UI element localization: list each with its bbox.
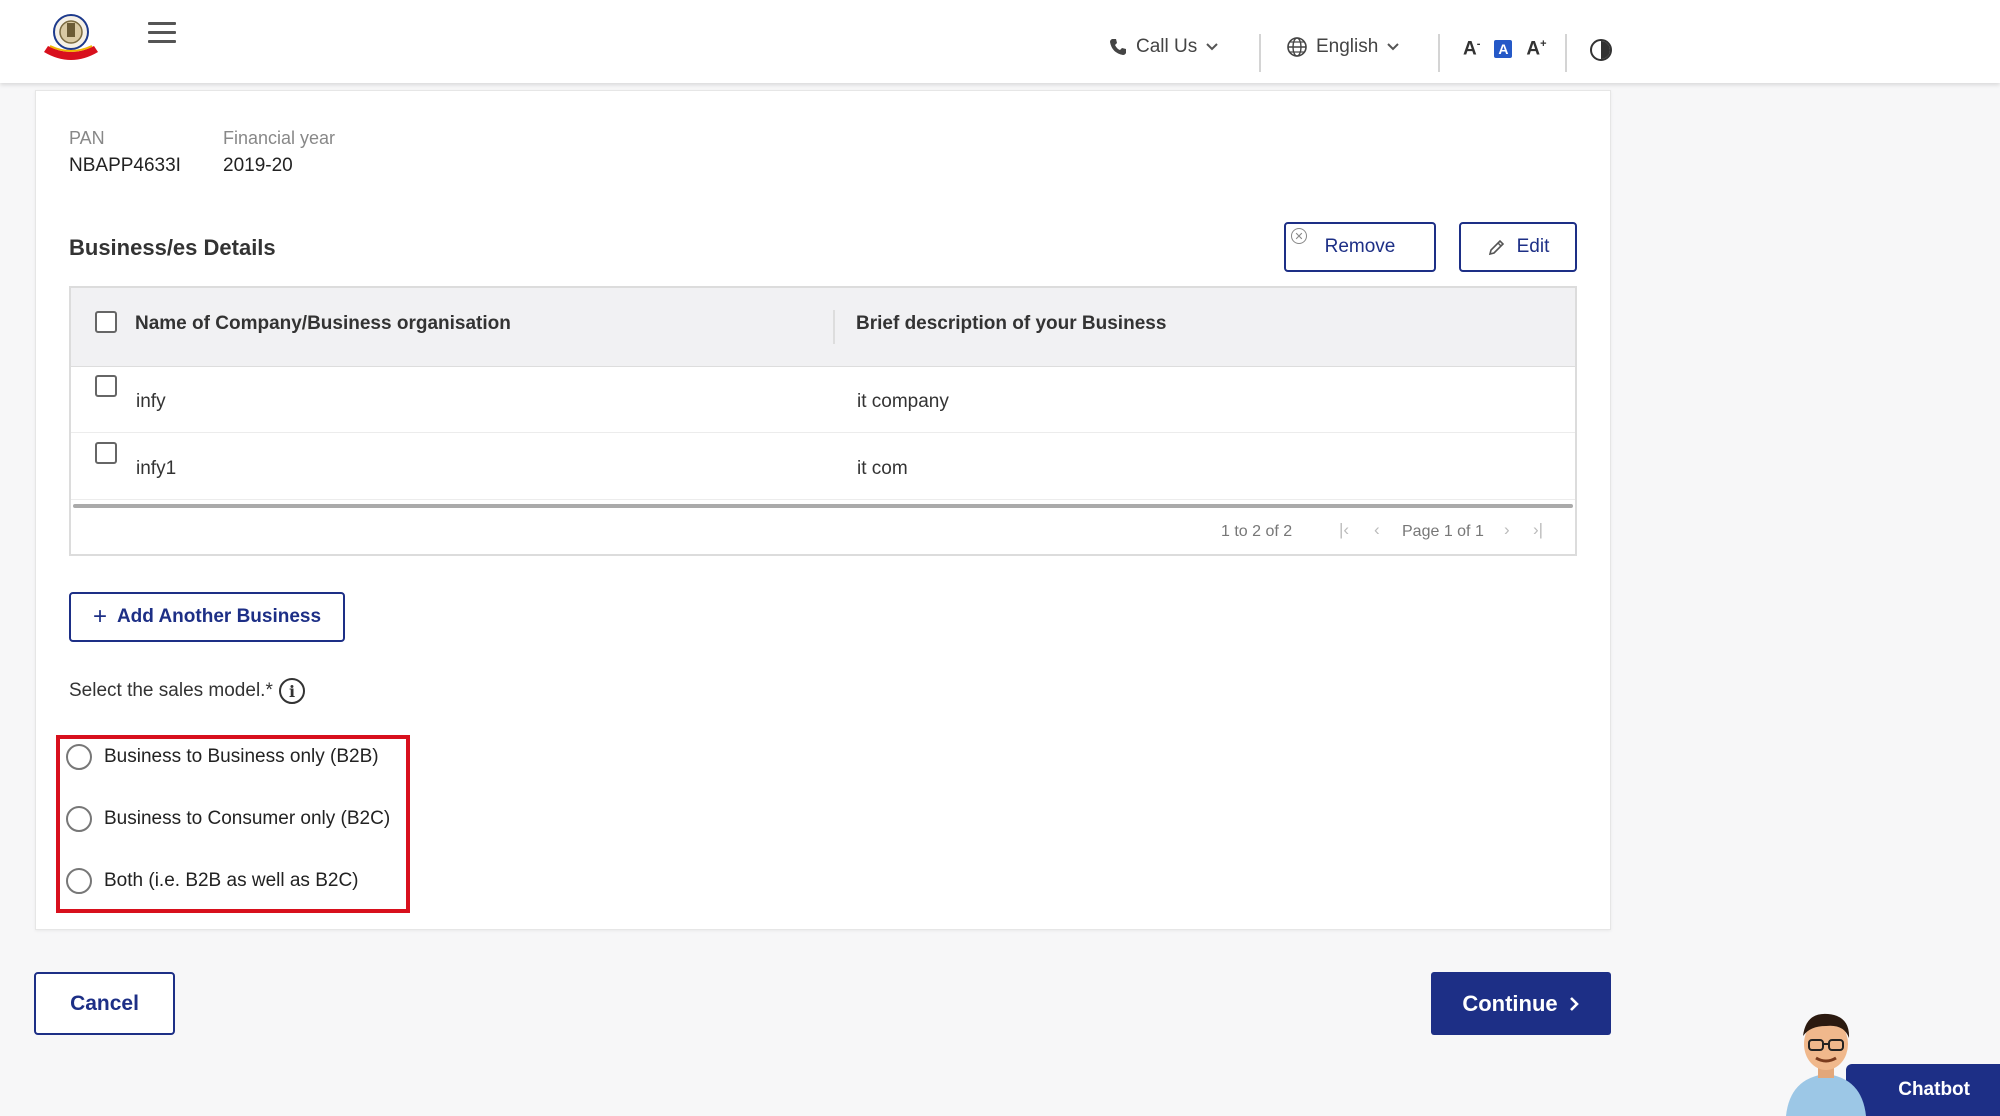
radio-button[interactable] bbox=[66, 744, 92, 770]
font-size-controls: A- A A+ bbox=[1463, 38, 1547, 60]
edit-label: Edit bbox=[1516, 236, 1550, 257]
column-header-name: Name of Company/Business organisation bbox=[135, 313, 511, 334]
header-divider bbox=[1438, 34, 1440, 72]
horizontal-scrollbar[interactable] bbox=[73, 504, 1573, 508]
business-name-cell: infy1 bbox=[136, 458, 177, 479]
radio-label-b2b: Business to Business only (B2B) bbox=[104, 746, 379, 767]
chevron-down-icon bbox=[1387, 43, 1400, 51]
table-header: Name of Company/Business organisation Br… bbox=[71, 288, 1575, 367]
chatbot-avatar-icon bbox=[1786, 1013, 1866, 1116]
emblem-logo[interactable] bbox=[38, 12, 104, 66]
continue-label: Continue bbox=[1462, 990, 1558, 1016]
business-details-title: Business/es Details bbox=[69, 235, 276, 260]
business-name-cell: infy bbox=[136, 391, 166, 412]
call-us-label: Call Us bbox=[1136, 36, 1198, 57]
pencil-icon bbox=[1488, 239, 1504, 256]
header-divider bbox=[1259, 34, 1261, 72]
font-increase-button[interactable]: A+ bbox=[1526, 38, 1546, 60]
previous-page-icon[interactable]: ‹ bbox=[1374, 520, 1380, 540]
pan-value: NBAPP4633I bbox=[69, 155, 181, 176]
contrast-icon[interactable] bbox=[1590, 39, 1612, 61]
row-checkbox[interactable] bbox=[95, 375, 117, 397]
financial-year-label: Financial year bbox=[223, 128, 336, 148]
header-divider bbox=[1565, 34, 1567, 72]
call-us-dropdown[interactable]: Call Us bbox=[1108, 36, 1219, 58]
chatbot-widget[interactable]: Chatbot bbox=[1776, 1000, 2000, 1116]
hamburger-menu-button[interactable] bbox=[148, 22, 176, 44]
info-icon[interactable]: i bbox=[279, 678, 305, 704]
financial-year-value: 2019-20 bbox=[223, 155, 293, 176]
radio-option-both[interactable]: Both (i.e. B2B as well as B2C) bbox=[66, 868, 359, 894]
language-dropdown[interactable]: English bbox=[1286, 36, 1400, 58]
continue-button[interactable]: Continue bbox=[1431, 972, 1611, 1035]
table-row[interactable]: infy1 it com bbox=[71, 434, 1575, 500]
pan-label: PAN bbox=[69, 128, 105, 148]
font-decrease-button[interactable]: A- bbox=[1463, 38, 1480, 60]
column-header-description: Brief description of your Business bbox=[856, 313, 1167, 334]
add-another-business-button[interactable]: + Add Another Business bbox=[69, 592, 345, 642]
business-description-cell: it company bbox=[857, 391, 949, 412]
column-divider bbox=[833, 310, 835, 344]
row-checkbox[interactable] bbox=[95, 442, 117, 464]
radio-button[interactable] bbox=[66, 806, 92, 832]
remove-button[interactable]: ✕ Remove bbox=[1284, 222, 1436, 272]
add-business-label: Add Another Business bbox=[116, 606, 322, 627]
pagination-range: 1 to 2 of 2 bbox=[1221, 523, 1293, 540]
pagination-page: Page 1 of 1 bbox=[1402, 523, 1484, 540]
radio-label-both: Both (i.e. B2B as well as B2C) bbox=[104, 870, 359, 891]
remove-label: Remove bbox=[1324, 236, 1396, 257]
globe-icon bbox=[1287, 37, 1307, 57]
radio-option-b2c[interactable]: Business to Consumer only (B2C) bbox=[66, 806, 390, 832]
top-header: Call Us English A- A A+ bbox=[0, 0, 2000, 83]
business-description-cell: it com bbox=[857, 458, 908, 479]
radio-button[interactable] bbox=[66, 868, 92, 894]
radio-option-b2b[interactable]: Business to Business only (B2B) bbox=[66, 744, 379, 770]
plus-icon: + bbox=[92, 603, 107, 630]
chevron-down-icon bbox=[1206, 43, 1218, 51]
chevron-right-icon bbox=[1569, 996, 1579, 1011]
sales-model-label: Select the sales model.* bbox=[69, 680, 273, 701]
font-normal-button[interactable]: A bbox=[1494, 40, 1513, 59]
cancel-button[interactable]: Cancel bbox=[34, 972, 175, 1035]
select-all-checkbox[interactable] bbox=[95, 311, 117, 333]
radio-label-b2c: Business to Consumer only (B2C) bbox=[104, 808, 391, 829]
business-table: Name of Company/Business organisation Br… bbox=[69, 286, 1577, 556]
first-page-icon[interactable]: |‹ bbox=[1339, 520, 1349, 540]
phone-icon bbox=[1110, 39, 1126, 55]
table-row[interactable]: infy it company bbox=[71, 367, 1575, 433]
next-page-icon[interactable]: › bbox=[1504, 520, 1510, 540]
last-page-icon[interactable]: ›| bbox=[1533, 520, 1543, 540]
language-label: English bbox=[1316, 36, 1379, 57]
close-icon: ✕ bbox=[1291, 228, 1307, 244]
edit-button[interactable]: Edit bbox=[1459, 222, 1577, 272]
